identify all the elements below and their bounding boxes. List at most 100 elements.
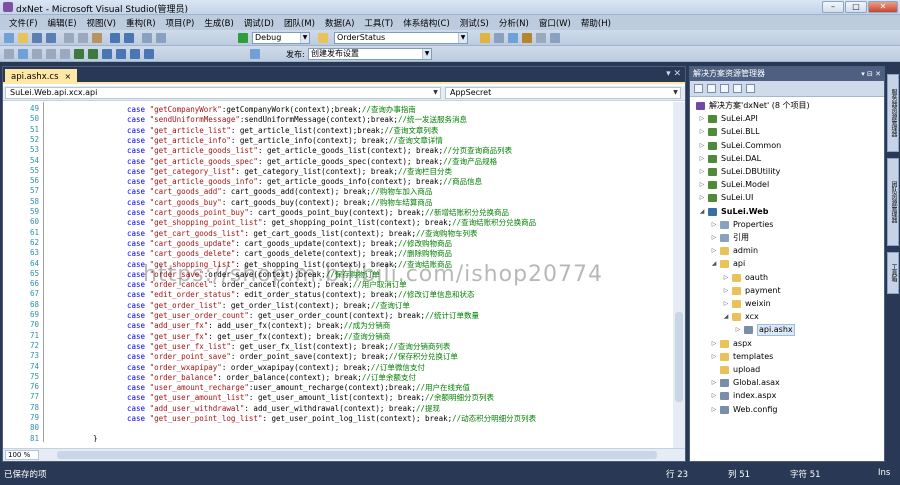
minimize-button[interactable]: –	[822, 1, 844, 13]
collapsed-arrow-icon[interactable]: ▷	[710, 404, 718, 416]
publish-web-icon[interactable]	[250, 49, 260, 59]
collapsed-arrow-icon[interactable]: ▷	[698, 126, 706, 138]
tree-node[interactable]: upload	[690, 364, 884, 376]
type-dropdown[interactable]: SuLei.Web.api.xcx.api ▼	[5, 87, 441, 99]
close-tab-icon[interactable]: ×	[65, 70, 72, 84]
tree-node[interactable]: ▷ admin	[690, 245, 884, 257]
tree-node[interactable]: ▷ SuLei.BLL	[690, 126, 884, 138]
previous-bookmark-icon[interactable]	[116, 49, 126, 59]
menu-item[interactable]: 编辑(E)	[43, 17, 82, 29]
refresh-icon[interactable]	[720, 84, 729, 93]
undo-icon[interactable]	[110, 33, 120, 43]
tree-node[interactable]: ◢ SuLei.Web	[690, 206, 884, 218]
pane-buttons[interactable]: ▾ ⊟ ✕	[861, 67, 881, 81]
close-document-icon[interactable]: ▾ ✕	[666, 69, 681, 79]
tree-node[interactable]: ▷ index.aspx	[690, 390, 884, 402]
collapsed-arrow-icon[interactable]: ▷	[698, 153, 706, 165]
tree-node[interactable]: ▷ Web.config	[690, 404, 884, 416]
maximize-button[interactable]: □	[845, 1, 867, 13]
uncomment-icon[interactable]	[88, 49, 98, 59]
view-designer-icon[interactable]	[746, 84, 755, 93]
menu-item[interactable]: 调试(D)	[239, 17, 279, 29]
tree-node[interactable]: ▷ aspx	[690, 338, 884, 350]
align-icon[interactable]	[32, 49, 42, 59]
collapsed-arrow-icon[interactable]: ▷	[698, 192, 706, 204]
find-icon[interactable]	[318, 33, 328, 43]
tree-node[interactable]: ▷ SuLei.UI	[690, 192, 884, 204]
toolbox-icon[interactable]	[522, 33, 532, 43]
show-all-files-icon[interactable]	[707, 84, 716, 93]
navigate-back-icon[interactable]	[142, 33, 152, 43]
scroll-thumb[interactable]	[675, 312, 683, 402]
tree-node[interactable]: ◢ xcx	[690, 311, 884, 323]
start-debugging-icon[interactable]	[238, 33, 248, 43]
menu-item[interactable]: 帮助(H)	[576, 17, 616, 29]
tree-node[interactable]: ▷ payment	[690, 285, 884, 297]
save-all-icon[interactable]	[46, 33, 56, 43]
menu-item[interactable]: 重构(R)	[121, 17, 161, 29]
menu-item[interactable]: 窗口(W)	[534, 17, 576, 29]
view-code-icon[interactable]	[733, 84, 742, 93]
next-bookmark-icon[interactable]	[130, 49, 140, 59]
tree-node[interactable]: ▷ oauth	[690, 272, 884, 284]
expanded-arrow-icon[interactable]: ◢	[710, 258, 718, 270]
outdent-icon[interactable]	[60, 49, 70, 59]
cut-icon[interactable]	[64, 33, 74, 43]
collapsed-arrow-icon[interactable]: ▷	[698, 140, 706, 152]
new-project-icon[interactable]	[4, 33, 14, 43]
close-button[interactable]: ✕	[868, 1, 898, 13]
collapsed-arrow-icon[interactable]: ▷	[710, 377, 718, 389]
tree-node[interactable]: ◢ api	[690, 258, 884, 270]
tree-node[interactable]: 解决方案'dxNet' (8 个项目)	[690, 100, 884, 112]
collapsed-arrow-icon[interactable]: ▷	[710, 390, 718, 402]
zoom-select[interactable]: 100 %	[5, 450, 39, 460]
tree-node[interactable]: ▷ SuLei.Common	[690, 140, 884, 152]
collapsed-arrow-icon[interactable]: ▷	[710, 219, 718, 231]
menu-item[interactable]: 文件(F)	[4, 17, 43, 29]
side-tab[interactable]: 工具箱	[887, 252, 899, 294]
menu-item[interactable]: 体系结构(C)	[398, 17, 455, 29]
properties-icon[interactable]	[694, 84, 703, 93]
collapsed-arrow-icon[interactable]: ▷	[722, 298, 730, 310]
bookmark-icon[interactable]	[102, 49, 112, 59]
publish-profile-select[interactable]: 创建发布设置 ▼	[308, 48, 432, 60]
collapsed-arrow-icon[interactable]: ▷	[734, 324, 742, 336]
object-browser-icon[interactable]	[508, 33, 518, 43]
collapsed-arrow-icon[interactable]: ▷	[698, 113, 706, 125]
collapsed-arrow-icon[interactable]: ▷	[698, 179, 706, 191]
menu-item[interactable]: 视图(V)	[82, 17, 121, 29]
collapsed-arrow-icon[interactable]: ▷	[710, 245, 718, 257]
collapsed-arrow-icon[interactable]: ▷	[698, 166, 706, 178]
select-icon[interactable]	[4, 49, 14, 59]
menu-item[interactable]: 生成(B)	[199, 17, 238, 29]
member-dropdown[interactable]: AppSecret ▼	[445, 87, 681, 99]
code-area[interactable]: 49 50 51 52 53 54 55 56 57 58 59 60 61 62 63 64 65 66 67 68…	[3, 102, 685, 442]
open-file-icon[interactable]	[18, 33, 28, 43]
tree-node[interactable]: ▷ weixin	[690, 298, 884, 310]
tree-node[interactable]: ▷ api.ashx	[690, 324, 884, 337]
collapsed-arrow-icon[interactable]: ▷	[722, 285, 730, 297]
collapsed-arrow-icon[interactable]: ▷	[710, 338, 718, 350]
layout-icon[interactable]	[18, 49, 28, 59]
start-page-icon[interactable]	[536, 33, 546, 43]
menu-item[interactable]: 数据(A)	[320, 17, 359, 29]
tree-node[interactable]: ▷ SuLei.Model	[690, 179, 884, 191]
menu-item[interactable]: 分析(N)	[494, 17, 534, 29]
horizontal-scrollbar[interactable]: 100 %	[3, 448, 685, 461]
tree-node[interactable]: ▷ Global.asax	[690, 377, 884, 389]
expanded-arrow-icon[interactable]: ◢	[722, 311, 730, 323]
tree-node[interactable]: ▷ Properties	[690, 219, 884, 231]
paste-icon[interactable]	[92, 33, 102, 43]
solution-configuration-select[interactable]: Debug ▼	[252, 32, 310, 44]
tree-node[interactable]: ▷ SuLei.DAL	[690, 153, 884, 165]
side-tab[interactable]: 服务器资源管理器	[887, 74, 899, 152]
solution-explorer-icon[interactable]	[480, 33, 490, 43]
save-icon[interactable]	[32, 33, 42, 43]
properties-icon[interactable]	[494, 33, 504, 43]
tree-node[interactable]: ▷ SuLei.DBUtility	[690, 166, 884, 178]
tree-node[interactable]: ▷ SuLei.API	[690, 113, 884, 125]
tree-node[interactable]: ▷ templates	[690, 351, 884, 363]
clear-bookmarks-icon[interactable]	[144, 49, 154, 59]
menu-item[interactable]: 工具(T)	[359, 17, 398, 29]
comment-icon[interactable]	[74, 49, 84, 59]
